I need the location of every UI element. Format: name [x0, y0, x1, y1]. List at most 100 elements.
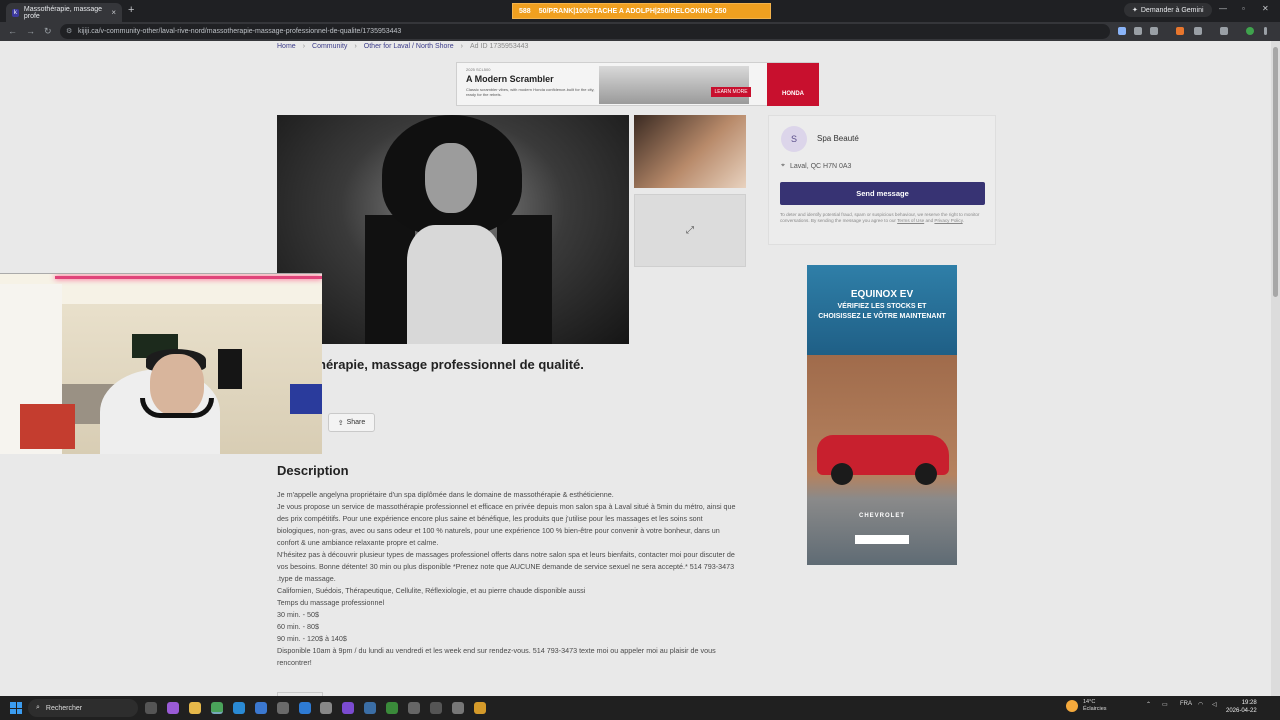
gemini-label: Demander à Gemini: [1140, 6, 1204, 14]
motorcycle-image: [599, 66, 749, 104]
privacy-link[interactable]: Privacy Policy: [934, 218, 962, 223]
menu-dots-icon[interactable]: [1264, 27, 1267, 35]
chevrolet-side-ad[interactable]: EQUINOX EV VÉRIFIEZ LES STOCKS ET CHOISI…: [807, 265, 957, 565]
wifi-icon[interactable]: ◠: [1198, 701, 1203, 708]
seller-name[interactable]: Spa Beauté: [817, 134, 859, 143]
reload-icon[interactable]: ↻: [44, 26, 52, 37]
ad-title: EQUINOX EV: [850, 289, 914, 300]
app-icon[interactable]: [430, 702, 442, 714]
file-explorer-icon[interactable]: [189, 702, 201, 714]
tab-listing[interactable]: k Massothérapie, massage profe ×: [6, 3, 122, 22]
honda-banner-ad[interactable]: 2025 SCL500 A Modern Scrambler Classic s…: [456, 62, 819, 106]
disclaimer-and: and: [924, 217, 935, 223]
breadcrumb-community[interactable]: Community: [312, 43, 347, 50]
translate-icon[interactable]: [1118, 27, 1126, 35]
send-message-button[interactable]: Send message: [780, 182, 985, 205]
chrome-icon[interactable]: [211, 702, 223, 714]
weather-widget[interactable]: 14°C Éclaircies: [1066, 699, 1107, 713]
cast-icon[interactable]: [1134, 27, 1142, 35]
honda-logo: HONDA: [767, 63, 819, 106]
tray-chevron-icon[interactable]: ⌃: [1146, 701, 1151, 708]
language-indicator[interactable]: FRA: [1180, 701, 1192, 707]
page-scrollbar[interactable]: [1271, 41, 1280, 696]
ad-text: VÉRIFIEZ LES STOCKS ET CHOISISSEZ LE VÔT…: [818, 303, 946, 320]
search-label: Rechercher: [45, 704, 83, 712]
description-line: N'hésitez pas à découvrir plusieur types…: [277, 550, 735, 571]
banner-count: 588: [519, 7, 531, 15]
clock-date: 2026-04-22: [1226, 708, 1257, 714]
share-icon: ⇪: [337, 419, 344, 427]
description-line: Je vous propose un service de massothéra…: [277, 502, 736, 547]
location-text: Laval, QC H7N 0A3: [789, 162, 852, 170]
address-bar[interactable]: ⚙ kijiji.ca/v-community-other/laval-rive…: [60, 24, 1110, 39]
app-icon[interactable]: [320, 702, 332, 714]
forward-icon[interactable]: →: [26, 26, 35, 36]
listing-title: hérapie, massage professionnel de qualit…: [318, 357, 584, 372]
map-pin-icon: ⌖: [781, 162, 785, 169]
new-tab-button[interactable]: +: [128, 4, 134, 16]
description-line: .type de massage.: [277, 574, 336, 583]
network-icon[interactable]: ▭: [1162, 701, 1168, 708]
ad-headline: A Modern Scrambler: [466, 74, 554, 84]
steam-icon[interactable]: [364, 702, 376, 714]
window-close-icon[interactable]: ✕: [1262, 4, 1269, 13]
description-line: 30 min. - 50$: [277, 610, 319, 619]
obs-icon[interactable]: [408, 702, 420, 714]
seller-avatar: S: [781, 126, 807, 152]
app-icon[interactable]: [342, 702, 354, 714]
app-icon[interactable]: [255, 702, 267, 714]
taskbar-clock[interactable]: 19:28 2026-04-22: [1226, 699, 1257, 715]
side-panel-icon[interactable]: [1220, 27, 1228, 35]
seller-location: ⌖ Laval, QC H7N 0A3: [781, 162, 851, 170]
webcam-overlay: [0, 273, 322, 454]
app-icon[interactable]: [474, 702, 486, 714]
back-icon[interactable]: ←: [8, 26, 17, 36]
breadcrumb-separator: ›: [354, 43, 357, 50]
expand-icon: ⤢: [686, 225, 694, 236]
ad-cta-button[interactable]: [855, 535, 909, 544]
windows-start-icon[interactable]: [10, 702, 22, 714]
profile-avatar[interactable]: [1246, 27, 1254, 35]
ad-subtext: Classic scrambler vibes, with modern Hon…: [466, 87, 595, 97]
expand-gallery-button[interactable]: ⤢: [634, 194, 746, 267]
task-view-icon[interactable]: [145, 702, 157, 714]
terms-link[interactable]: Terms of Use: [897, 218, 924, 223]
app-icon[interactable]: [386, 702, 398, 714]
site-info-icon[interactable]: ⚙: [66, 27, 72, 35]
extension-icon[interactable]: [1176, 27, 1184, 35]
share-button[interactable]: ⇪ Share: [328, 413, 375, 432]
bookmark-star-icon[interactable]: [1150, 27, 1158, 35]
listing-thumbnail[interactable]: [634, 115, 746, 188]
weather-desc: Éclaircies: [1083, 706, 1107, 712]
banner-text: 50/PRANK|100/STACHE A ADOLPH|250/RELOOKI…: [538, 7, 727, 15]
gemini-icon: ✦: [1132, 7, 1138, 14]
edge-icon[interactable]: [233, 702, 245, 714]
breadcrumb-ad-id: Ad ID 1735953443: [470, 43, 529, 50]
listing-main-photo[interactable]: [277, 115, 629, 344]
breadcrumb-separator: ›: [460, 43, 464, 50]
search-icon: ⌕: [36, 704, 40, 711]
tab-close-icon[interactable]: ×: [111, 8, 116, 17]
description-body: Je m'appelle angelyna propriétaire d'un …: [277, 489, 743, 669]
settings-icon[interactable]: [277, 702, 289, 714]
extensions-puzzle-icon[interactable]: [1194, 27, 1202, 35]
share-label: Share: [346, 419, 366, 426]
taskbar-search[interactable]: ⌕ Rechercher: [28, 699, 138, 717]
weather-temp: 14°C: [1083, 699, 1096, 705]
breadcrumb-home[interactable]: Home: [277, 43, 296, 50]
app-icon[interactable]: [452, 702, 464, 714]
browser-toolbar: ← → ↻ ⚙ kijiji.ca/v-community-other/lava…: [0, 22, 1280, 41]
description-line: Disponible 10am à 9pm / du lundi au vend…: [277, 646, 716, 667]
minimize-icon[interactable]: —: [1219, 4, 1227, 13]
ad-learn-more-button[interactable]: LEARN MORE: [711, 87, 751, 97]
stream-goal-banner: 588 50/PRANK|100/STACHE A ADOLPH|250/REL…: [512, 3, 771, 19]
breadcrumb-other[interactable]: Other for Laval / North Shore: [364, 43, 454, 50]
gemini-button[interactable]: ✦ Demander à Gemini: [1124, 3, 1212, 17]
url-text: kijiji.ca/v-community-other/laval-rive-n…: [78, 28, 402, 35]
breadcrumb-separator: ›: [302, 43, 306, 50]
volume-icon[interactable]: ◁: [1212, 701, 1217, 708]
app-icon[interactable]: [299, 702, 311, 714]
maximize-icon[interactable]: ▫: [1242, 4, 1245, 13]
description-line: Californien, Suédois, Thérapeutique, Cel…: [277, 586, 586, 595]
app-icon[interactable]: [167, 702, 179, 714]
